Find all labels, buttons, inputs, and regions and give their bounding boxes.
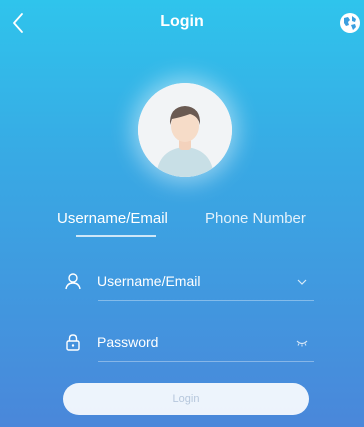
page-title: Login <box>160 13 204 30</box>
globe-icon <box>340 13 360 33</box>
username-email-field[interactable]: Username/Email <box>64 266 314 301</box>
lock-icon <box>66 334 80 351</box>
username-underline <box>98 300 314 301</box>
user-icon <box>65 273 81 290</box>
eye-closed-icon[interactable] <box>296 337 308 349</box>
chevron-down-icon[interactable] <box>296 276 308 288</box>
login-screen: Login Username/Email Phone Number Userna… <box>0 0 364 427</box>
username-email-placeholder: Username/Email <box>97 273 201 289</box>
language-button[interactable] <box>338 11 362 35</box>
active-tab-indicator <box>76 235 156 237</box>
login-button[interactable]: Login <box>63 383 309 415</box>
avatar <box>138 83 232 177</box>
tab-phone-number[interactable]: Phone Number <box>205 210 306 227</box>
password-underline <box>98 361 314 362</box>
user-avatar-icon <box>138 83 232 177</box>
tab-username-email[interactable]: Username/Email <box>57 210 168 227</box>
password-placeholder: Password <box>97 334 159 350</box>
password-field[interactable]: Password <box>64 327 314 362</box>
